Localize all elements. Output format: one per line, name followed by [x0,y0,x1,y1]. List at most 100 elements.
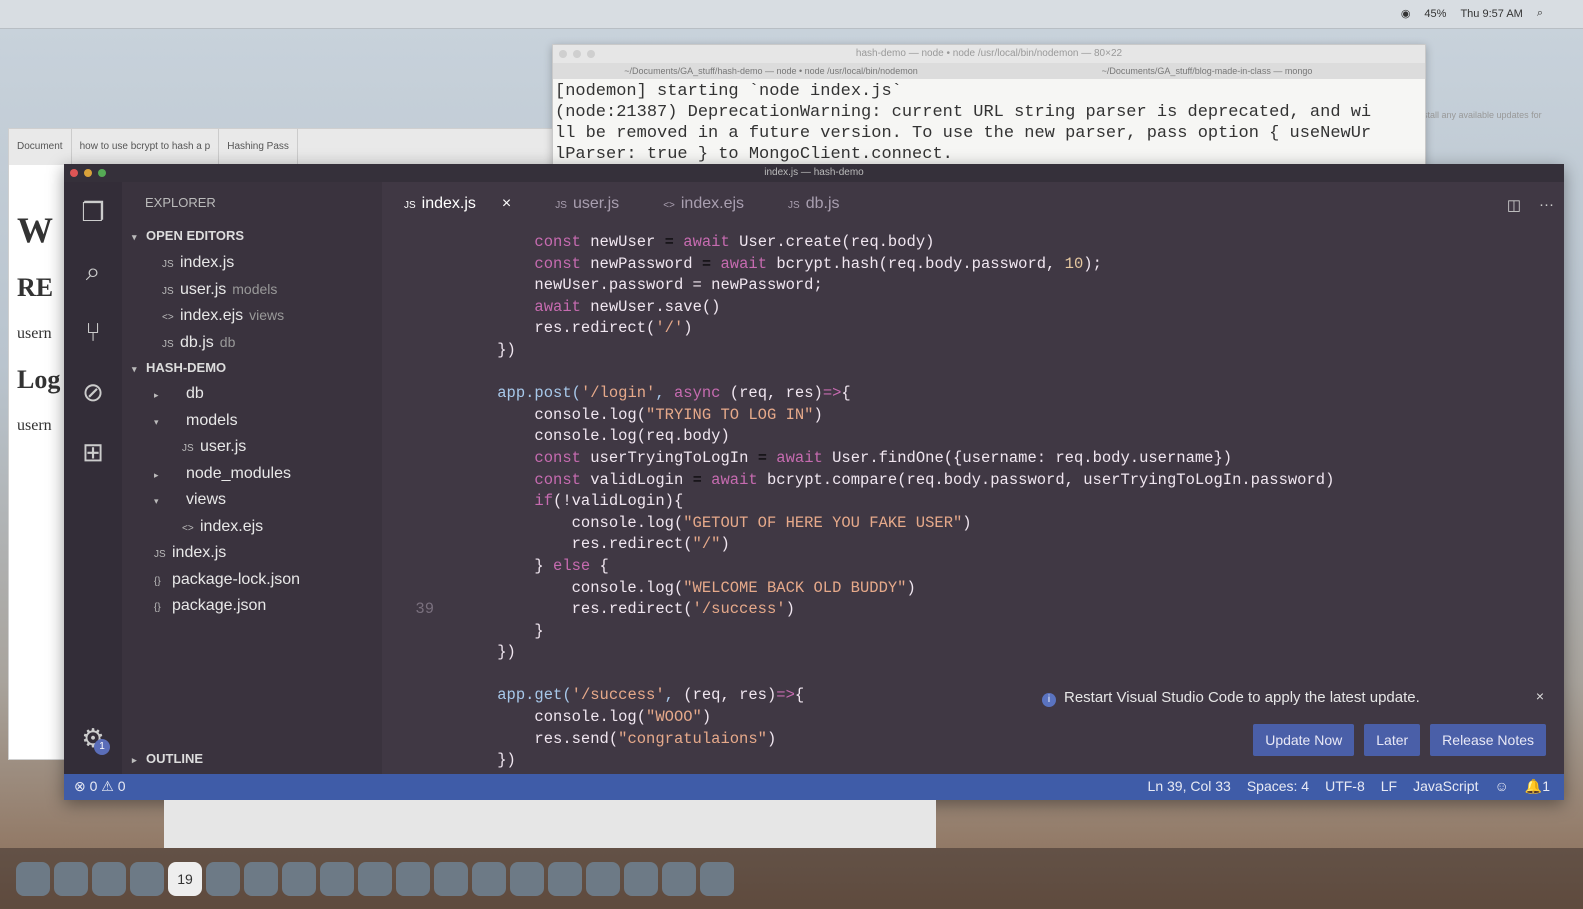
system-preferences-icon[interactable] [510,861,544,896]
wifi-icon[interactable]: ◉ [1401,7,1411,20]
code-line[interactable]: 39 res.redirect('/success') [382,599,1564,621]
code-line[interactable]: newUser.password = newPassword; [382,275,1564,297]
terminal-window-controls[interactable] [559,50,595,58]
editor-tab[interactable]: JS user.js [533,182,641,226]
open-editor-item[interactable]: <> index.ejs views [122,302,382,329]
chevron-down-icon: ▾ [132,364,137,374]
code-line[interactable]: } else { [382,556,1564,578]
code-line[interactable]: console.log("TRYING TO LOG IN") [382,405,1564,427]
code-line[interactable]: res.redirect("/") [382,534,1564,556]
facetime-icon[interactable] [396,861,430,896]
code-line[interactable] [382,362,1564,384]
file-tree-item[interactable]: {} package.json [122,593,382,620]
code-line[interactable]: }) [382,642,1564,664]
file-tree-item[interactable]: ▸ node_modules [122,461,382,488]
terminal-app-icon[interactable] [548,861,582,896]
open-editor-item[interactable]: JS db.js db [122,329,382,356]
search-icon[interactable]: ⌕ [64,242,122,302]
end-of-line[interactable]: LF [1381,778,1397,795]
file-tree-item[interactable]: ▸ db [122,381,382,408]
cursor-position[interactable]: Ln 39, Col 33 [1148,778,1231,795]
code-line[interactable]: const newUser = await User.create(req.bo… [382,232,1564,254]
page-text: usern [17,325,52,342]
minimize-window-icon[interactable] [84,169,92,177]
open-editors-section[interactable]: ▾ OPEN EDITORS [122,223,382,249]
encoding[interactable]: UTF-8 [1325,778,1365,795]
trash-icon[interactable] [700,861,734,896]
code-line[interactable]: res.redirect('/') [382,318,1564,340]
problems-count[interactable]: ⊗ 0 ⚠ 0 [74,778,126,795]
file-tree: ▸ db ▾ models JS user.js ▸ node_modules ▾ views <>… [122,381,382,620]
notifications-bell-icon[interactable]: 🔔1 [1525,778,1550,795]
settings-gear-icon[interactable]: ⚙ 1 [64,723,122,755]
preview-icon[interactable] [130,861,164,896]
language-mode[interactable]: JavaScript [1413,778,1478,795]
terminal-tab-mongo[interactable]: ~/Documents/GA_stuff/blog-made-in-class … [989,63,1425,79]
code-line[interactable]: if(!validLogin){ [382,491,1564,513]
file-tree-item[interactable]: JS index.js [122,540,382,567]
debug-icon[interactable]: ⊘ [64,362,122,422]
photos-icon[interactable] [282,861,316,896]
code-line[interactable]: await newUser.save() [382,297,1564,319]
later-button[interactable]: Later [1364,724,1421,756]
indentation[interactable]: Spaces: 4 [1247,778,1309,795]
code-line[interactable]: console.log(req.body) [382,426,1564,448]
code-line[interactable]: } [382,621,1564,643]
code-line[interactable]: console.log("GETOUT OF HERE YOU FAKE USE… [382,513,1564,535]
macos-menubar: ◉ 45% Thu 9:57 AM ⌕ [0,0,1583,29]
launchpad-icon[interactable] [92,861,126,896]
file-tree-item[interactable]: <> index.ejs [122,514,382,541]
zoom-icon[interactable] [662,861,696,896]
close-notification-icon[interactable]: × [1536,688,1544,704]
open-editor-item[interactable]: JS index.js [122,249,382,276]
code-line[interactable]: }) [382,340,1564,362]
split-editor-icon[interactable]: ◫ [1507,196,1521,214]
spotlight-icon[interactable]: ⌕ [1537,7,1543,20]
code-line[interactable]: const newPassword = await bcrypt.hash(re… [382,254,1564,276]
code-line[interactable]: const userTryingToLogIn = await User.fin… [382,448,1564,470]
outline-section[interactable]: ▸ OUTLINE [132,751,203,766]
siri-icon[interactable] [54,861,88,896]
reminders-icon[interactable] [244,861,278,896]
editor-tab[interactable]: JS db.js [766,182,861,226]
file-tree-item[interactable]: ▾ views [122,487,382,514]
code-line[interactable]: console.log("WELCOME BACK OLD BUDDY") [382,578,1564,600]
release-notes-button[interactable]: Release Notes [1430,724,1546,756]
code-line[interactable]: app.post('/login', async (req, res)=>{ [382,383,1564,405]
menubar-clock[interactable]: Thu 9:57 AM [1460,8,1522,20]
messages-icon[interactable] [358,861,392,896]
finder-icon[interactable] [16,861,50,896]
extensions-icon[interactable]: ⊞ [64,422,122,482]
project-section[interactable]: ▾ HASH-DEMO [122,355,382,381]
close-window-icon[interactable] [70,169,78,177]
browser-tab[interactable]: Hashing Pass [219,129,298,165]
feedback-smiley-icon[interactable]: ☺ [1494,778,1508,795]
terminal-tab-hash-demo[interactable]: ~/Documents/GA_stuff/hash-demo — node • … [553,63,989,79]
editor-tab[interactable]: <> index.ejs [641,182,766,226]
code-line[interactable]: const validLogin = await bcrypt.compare(… [382,470,1564,492]
code-line[interactable] [382,664,1564,686]
more-actions-icon[interactable]: ··· [1539,196,1554,214]
editor-tab[interactable]: JS index.js × [382,182,534,226]
terminal-window: hash-demo — node • node /usr/local/bin/n… [552,44,1426,176]
slack-icon[interactable] [624,861,658,896]
open-editor-item[interactable]: JS user.js models [122,276,382,303]
vscode-app-icon[interactable] [586,861,620,896]
file-tree-item[interactable]: ▾ models [122,408,382,435]
chrome-icon[interactable] [320,861,354,896]
file-tree-item[interactable]: JS user.js [122,434,382,461]
file-tree-item[interactable]: {} package-lock.json [122,567,382,594]
itunes-icon[interactable] [434,861,468,896]
zoom-window-icon[interactable] [98,169,106,177]
vscode-window-controls[interactable] [70,169,106,177]
source-control-icon[interactable]: ⑂ [64,302,122,362]
notes-icon[interactable] [206,861,240,896]
explorer-icon[interactable]: ❐ [64,182,122,242]
browser-tab[interactable]: how to use bcrypt to hash a p [72,129,220,165]
calendar-icon[interactable]: 19 [168,861,202,896]
close-tab-icon[interactable]: × [502,195,511,212]
app-store-icon[interactable] [472,861,506,896]
file-type-icon: <> [162,312,174,323]
browser-tab[interactable]: Document [9,129,72,165]
update-now-button[interactable]: Update Now [1253,724,1355,756]
